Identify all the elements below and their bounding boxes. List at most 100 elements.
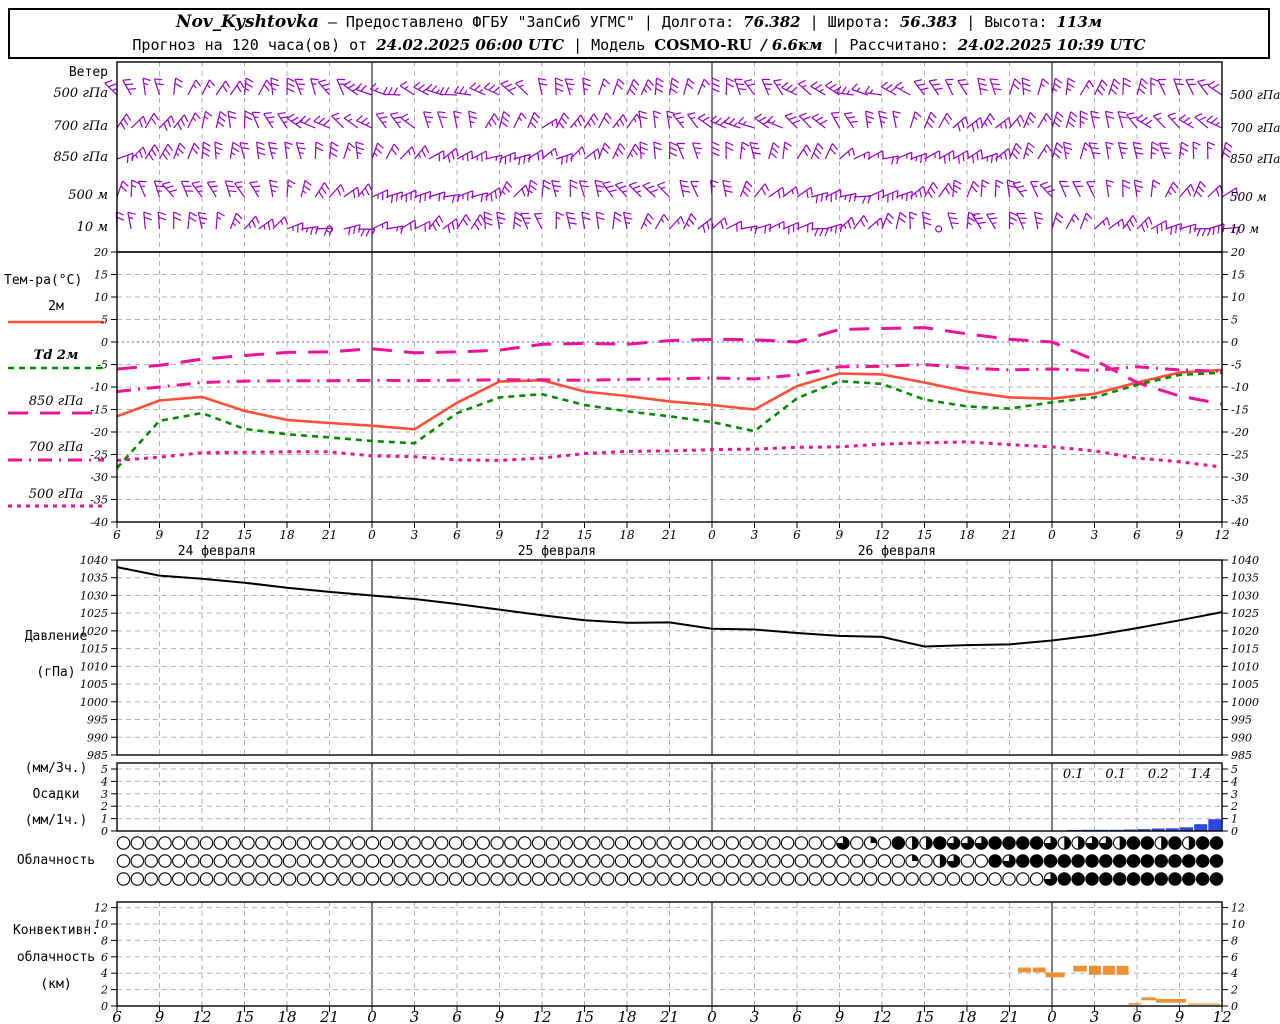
svg-text:9: 9 [155,1008,165,1024]
svg-text:15: 15 [237,528,252,542]
svg-text:3: 3 [1231,788,1238,801]
svg-text:-25: -25 [90,449,108,462]
svg-text:4: 4 [100,775,108,788]
svg-text:4: 4 [100,967,108,980]
svg-text:21: 21 [659,1008,679,1024]
svg-text:18: 18 [619,528,635,542]
svg-text:500 гПа: 500 гПа [1230,88,1280,102]
svg-text:-40: -40 [1231,516,1249,529]
svg-text:0.1: 0.1 [1105,767,1126,782]
svg-text:1040: 1040 [1231,554,1259,567]
svg-text:24 февраля: 24 февраля [178,544,256,559]
svg-text:3: 3 [101,788,108,801]
svg-text:12: 12 [94,902,108,915]
svg-text:2: 2 [1230,984,1238,997]
svg-text:9: 9 [1175,1008,1185,1024]
svg-text:20: 20 [1230,246,1245,259]
svg-text:3: 3 [410,1008,420,1024]
svg-text:1030: 1030 [1231,589,1259,602]
svg-text:3: 3 [751,528,759,542]
svg-text:0: 0 [707,1008,717,1024]
svg-text:500 м: 500 м [1230,190,1267,204]
svg-text:2: 2 [1230,800,1238,813]
svg-text:3: 3 [411,528,419,542]
svg-text:0.2: 0.2 [1148,767,1169,782]
svg-text:0: 0 [1048,528,1056,542]
svg-text:18: 18 [957,1008,976,1024]
svg-text:3: 3 [1091,528,1099,542]
svg-text:18: 18 [277,1008,296,1024]
svg-text:9: 9 [495,1008,505,1024]
svg-text:9: 9 [836,528,844,542]
svg-text:0: 0 [1231,336,1238,349]
svg-text:12: 12 [1214,528,1229,542]
svg-text:21: 21 [319,1008,339,1024]
svg-text:1: 1 [1231,813,1238,826]
svg-text:-35: -35 [1231,494,1249,507]
svg-text:20: 20 [93,246,108,259]
svg-text:-5: -5 [1231,359,1242,372]
svg-text:-5: -5 [97,359,108,372]
svg-text:-25: -25 [1231,449,1249,462]
svg-text:1025: 1025 [1231,607,1259,620]
svg-text:6: 6 [1133,528,1141,542]
svg-text:12: 12 [192,1008,211,1024]
svg-text:9: 9 [835,1008,845,1024]
svg-text:12: 12 [872,1008,891,1024]
svg-text:-15: -15 [90,404,108,417]
svg-text:9: 9 [156,528,164,542]
svg-text:990: 990 [1231,731,1252,744]
svg-text:6: 6 [453,528,461,542]
svg-text:15: 15 [575,1008,594,1024]
svg-text:10: 10 [94,918,108,931]
svg-text:2: 2 [100,984,108,997]
svg-text:0: 0 [368,528,376,542]
meteogram-app: { "header": { "station": "Nov_Kyshtovka"… [0,0,1280,1024]
svg-text:1035: 1035 [80,572,108,585]
svg-text:0.1: 0.1 [1063,767,1084,782]
svg-text:10: 10 [1231,291,1245,304]
svg-text:985: 985 [87,749,108,762]
svg-text:0: 0 [101,825,108,838]
svg-text:0: 0 [101,336,108,349]
svg-text:0: 0 [367,1008,377,1024]
svg-text:15: 15 [235,1008,254,1024]
svg-text:6: 6 [112,1008,122,1024]
svg-text:10: 10 [94,291,108,304]
svg-text:1015: 1015 [1231,643,1259,656]
svg-text:0: 0 [1047,1008,1057,1024]
svg-text:10: 10 [1231,918,1245,931]
svg-text:8: 8 [101,934,108,947]
svg-text:-10: -10 [1231,381,1249,394]
svg-text:25 февраля: 25 февраля [518,544,596,559]
svg-text:10 м: 10 м [1230,222,1259,236]
svg-text:18: 18 [617,1008,636,1024]
svg-text:18: 18 [959,528,975,542]
svg-text:6: 6 [1132,1008,1142,1024]
svg-text:21: 21 [321,528,337,542]
svg-text:1020: 1020 [1231,625,1259,638]
svg-text:12: 12 [1231,902,1245,915]
svg-text:6: 6 [113,528,121,542]
svg-text:0: 0 [1231,825,1238,838]
svg-text:6: 6 [101,951,108,964]
svg-text:-20: -20 [1231,426,1249,439]
svg-text:12: 12 [194,528,209,542]
svg-text:1040: 1040 [80,554,108,567]
svg-text:21: 21 [999,1008,1019,1024]
svg-text:1000: 1000 [80,696,108,709]
svg-text:26 февраля: 26 февраля [858,544,936,559]
svg-text:6: 6 [452,1008,462,1024]
svg-text:5: 5 [101,314,108,327]
svg-text:1005: 1005 [80,678,108,691]
svg-text:15: 15 [94,269,108,282]
svg-text:15: 15 [917,528,932,542]
meteogram-chart: 20 2015 1510 105 50 0-5 -5-10 -10-15 -15-20 -20-2… [80,61,1280,1024]
svg-text:850 гПа: 850 гПа [1230,152,1280,166]
svg-text:700 гПа: 700 гПа [1230,121,1280,135]
svg-text:12: 12 [874,528,889,542]
svg-text:-15: -15 [1231,404,1249,417]
svg-text:21: 21 [1001,528,1017,542]
svg-text:1025: 1025 [80,607,108,620]
svg-text:8: 8 [1231,934,1238,947]
